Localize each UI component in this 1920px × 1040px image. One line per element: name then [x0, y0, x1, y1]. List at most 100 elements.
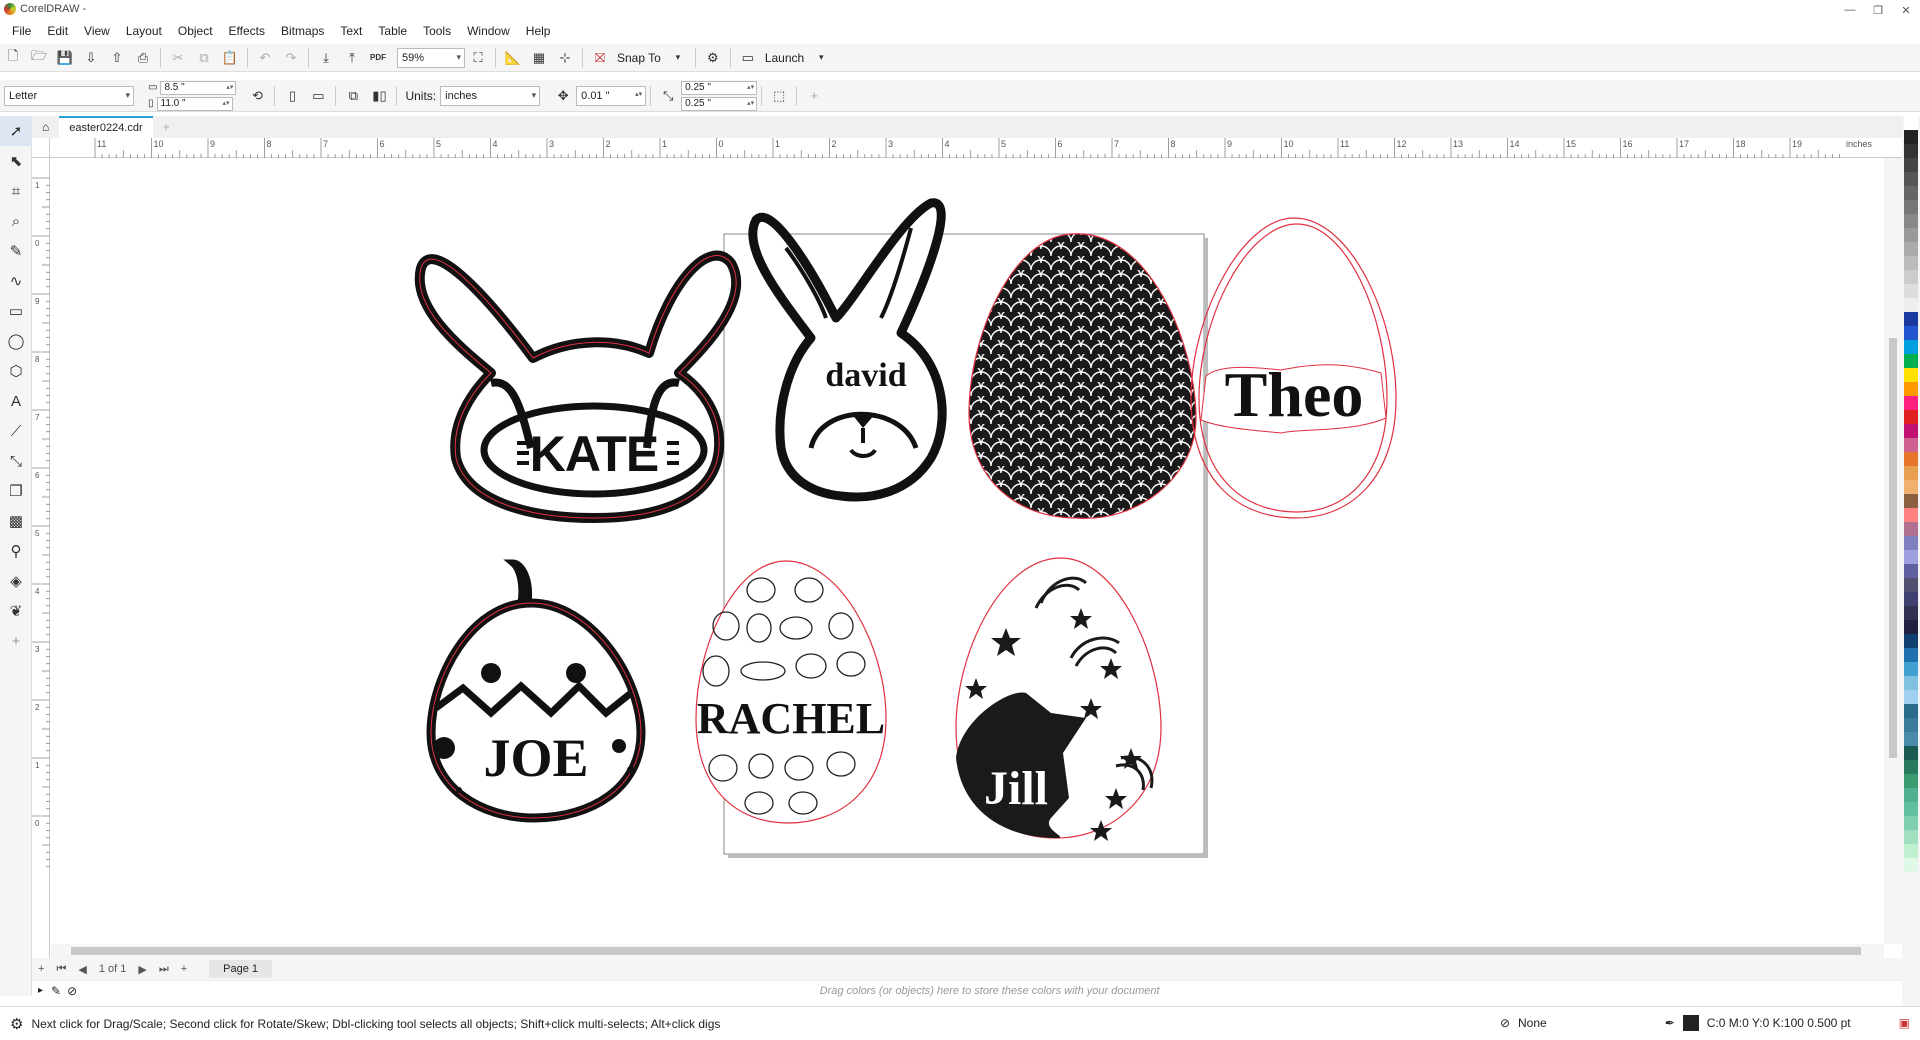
color-swatch[interactable] — [1904, 158, 1918, 172]
print-icon[interactable]: ⎙ — [132, 47, 154, 69]
color-swatch[interactable] — [1904, 620, 1918, 634]
horizontal-ruler[interactable]: 11 10 9 8 7 6 5 4 3 2 1 0 1 2 3 4 5 6 7 8 9 10 11 12 13 14 15 16 17 1… — [50, 138, 1902, 158]
color-swatch[interactable] — [1904, 774, 1918, 788]
shape-tool-icon[interactable]: ⬉ — [0, 146, 32, 176]
color-swatch[interactable] — [1904, 816, 1918, 830]
freehand-tool-icon[interactable]: ✎ — [0, 236, 32, 266]
add-quick-customize-icon[interactable]: + — [803, 85, 825, 107]
page-width-field[interactable]: 8.5 " ▴▾ — [160, 80, 237, 95]
all-pages-icon[interactable]: ⧉ — [342, 85, 364, 107]
color-swatch[interactable] — [1904, 270, 1918, 284]
show-grid-icon[interactable]: ▦ — [528, 47, 550, 69]
treat-as-filled-icon[interactable]: ⬚ — [768, 85, 790, 107]
color-swatch[interactable] — [1904, 606, 1918, 620]
snap-to-dropdown[interactable]: Snap To — [617, 51, 661, 65]
color-swatch[interactable] — [1904, 214, 1918, 228]
ruler-origin[interactable] — [32, 138, 50, 158]
vertical-scroll-thumb[interactable] — [1889, 338, 1897, 758]
drawing-canvas[interactable]: KATE david Theo JOE RACHEL Jill — [51, 158, 1884, 944]
new-document-icon[interactable]: 🗋 — [2, 47, 24, 69]
eyedropper-icon[interactable]: ✎ — [51, 984, 61, 998]
menu-effects[interactable]: Effects — [221, 22, 273, 40]
color-swatch[interactable] — [1904, 676, 1918, 690]
color-swatch[interactable] — [1904, 410, 1918, 424]
polygon-tool-icon[interactable]: ⬡ — [0, 356, 32, 386]
pick-tool-icon[interactable]: ➚ — [0, 116, 32, 146]
name-kate[interactable]: KATE — [530, 426, 659, 482]
horizontal-scroll-thumb[interactable] — [71, 947, 1861, 955]
color-swatch[interactable] — [1904, 284, 1918, 298]
color-swatch[interactable] — [1904, 788, 1918, 802]
color-swatch[interactable] — [1904, 172, 1918, 186]
application-launcher-icon[interactable]: ▭ — [737, 47, 759, 69]
restore-button[interactable]: ❐ — [1864, 0, 1892, 20]
spinner-icon[interactable]: ▴▾ — [226, 82, 233, 94]
spinner-icon[interactable]: ▴▾ — [747, 98, 754, 110]
color-swatch[interactable] — [1904, 508, 1918, 522]
color-swatch[interactable] — [1904, 256, 1918, 270]
menu-tools[interactable]: Tools — [415, 22, 459, 40]
color-swatch[interactable] — [1904, 564, 1918, 578]
snap-off-icon[interactable]: ⛝ — [589, 47, 611, 69]
vertical-scrollbar[interactable] — [1884, 158, 1902, 944]
parallel-dimension-icon[interactable]: ⟋ — [0, 416, 32, 446]
color-swatch[interactable] — [1904, 354, 1918, 368]
color-swatch[interactable] — [1904, 648, 1918, 662]
zoom-level-combo[interactable]: 59% ▾ — [397, 47, 465, 68]
undo-icon[interactable]: ↶ — [254, 47, 276, 69]
redo-icon[interactable]: ↷ — [280, 47, 302, 69]
duplicate-y-field[interactable]: 0.25 " ▴▾ — [681, 96, 758, 111]
transparency-tool-icon[interactable]: ▩ — [0, 506, 32, 536]
color-swatch[interactable] — [1904, 298, 1918, 312]
color-swatch[interactable] — [1904, 466, 1918, 480]
rectangle-tool-icon[interactable]: ▭ — [0, 296, 32, 326]
import-icon[interactable]: ⤓ — [315, 47, 337, 69]
color-swatch[interactable] — [1904, 802, 1918, 816]
color-swatch[interactable] — [1904, 844, 1918, 858]
fill-indicator-icon[interactable]: ⊘ — [1500, 1016, 1510, 1030]
options-gear-icon[interactable]: ⚙ — [702, 47, 724, 69]
duplicate-x-field[interactable]: 0.25 " ▴▾ — [681, 80, 758, 95]
name-joe[interactable]: JOE — [483, 728, 588, 788]
color-swatch[interactable] — [1904, 858, 1918, 872]
save-icon[interactable]: 💾 — [54, 47, 76, 69]
zoom-tool-icon[interactable]: ⌕ — [0, 206, 32, 236]
menu-object[interactable]: Object — [170, 22, 221, 40]
ellipse-tool-icon[interactable]: ◯ — [0, 326, 32, 356]
landscape-icon[interactable]: ▭ — [307, 85, 329, 107]
menu-help[interactable]: Help — [518, 22, 559, 40]
color-swatch[interactable] — [1904, 634, 1918, 648]
color-swatch[interactable] — [1904, 480, 1918, 494]
settings-gear-icon[interactable]: ⚙ — [10, 1015, 23, 1033]
color-swatch[interactable] — [1904, 368, 1918, 382]
color-swatch[interactable] — [1904, 312, 1918, 326]
color-swatch[interactable] — [1904, 550, 1918, 564]
color-swatch[interactable] — [1904, 438, 1918, 452]
color-swatch[interactable] — [1904, 452, 1918, 466]
color-swatch[interactable] — [1904, 746, 1918, 760]
text-tool-icon[interactable]: A — [0, 386, 32, 416]
color-swatch[interactable] — [1904, 536, 1918, 550]
open-icon[interactable]: 🗁 — [28, 47, 50, 69]
outline-color-swatch[interactable] — [1682, 1015, 1699, 1031]
show-rulers-icon[interactable]: 📐 — [502, 47, 524, 69]
smart-fill-icon[interactable]: ❦ — [0, 596, 32, 626]
nudge-distance-field[interactable]: 0.01 " ▴▾ — [576, 85, 647, 106]
color-swatch[interactable] — [1904, 116, 1918, 130]
menu-edit[interactable]: Edit — [39, 22, 76, 40]
color-swatch[interactable] — [1904, 396, 1918, 410]
minimize-button[interactable]: — — [1836, 0, 1864, 20]
palette-expand-icon[interactable]: ▸ — [38, 985, 43, 996]
color-swatch[interactable] — [1904, 760, 1918, 774]
show-guidelines-icon[interactable]: ⊹ — [554, 47, 576, 69]
color-palette-manager-icon[interactable]: ▣ — [1899, 1016, 1910, 1030]
color-swatch[interactable] — [1904, 690, 1918, 704]
menu-window[interactable]: Window — [459, 22, 518, 40]
connector-tool-icon[interactable]: ⤡ — [0, 446, 32, 476]
first-page-icon[interactable]: ⏮ — [56, 963, 66, 976]
color-swatch[interactable] — [1904, 494, 1918, 508]
launch-button[interactable]: Launch — [765, 51, 804, 65]
next-page-icon[interactable]: ▶ — [138, 963, 146, 976]
document-palette[interactable]: ▸ ✎ ⊘ Drag colors (or objects) here to s… — [32, 980, 1902, 1000]
export-icon[interactable]: ⤒ — [341, 47, 363, 69]
